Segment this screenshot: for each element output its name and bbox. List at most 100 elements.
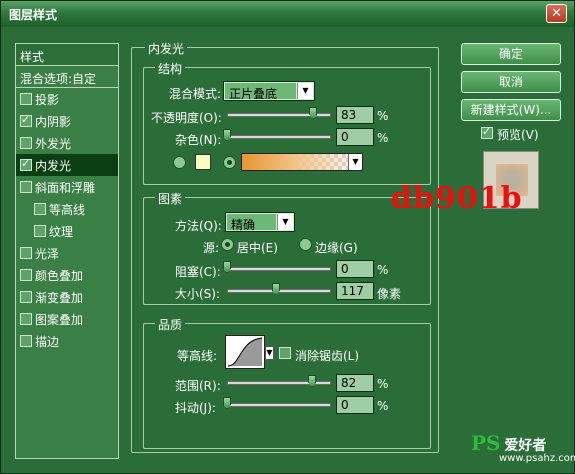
jitter-percent: % [377,399,389,413]
style-item-label: 投影 [35,92,60,107]
blending-options-item[interactable]: 混合选项:自定 [16,66,118,88]
logo-mark: PS [471,431,501,455]
style-item[interactable]: 内发光 [16,154,118,176]
anti-alias-label[interactable]: 消除锯齿(L) [295,347,359,364]
color-mode-radio[interactable] [173,156,186,169]
watermark-text: db901b [391,181,523,216]
jitter-label: 抖动(J): [175,401,216,415]
range-label: 范围(R): [175,379,221,393]
window-title: 图层样式 [9,8,58,22]
technique-select[interactable]: 精确 ▼ [225,212,295,232]
style-item-checkbox[interactable] [20,157,32,171]
chevron-down-icon: ▼ [277,214,293,230]
style-item-label: 纹理 [49,224,74,239]
anti-alias-checkbox[interactable] [279,347,291,359]
title-bar: 图层样式 ✕ [1,1,574,27]
range-percent: % [377,377,389,391]
logo-text: 爱好者 [504,438,547,454]
range-input[interactable]: 82 [336,374,374,392]
noise-label: 杂色(N): [175,133,222,147]
style-list: 样式 混合选项:自定 投影内阴影外发光内发光斜面和浮雕等高线纹理光泽颜色叠加渐变… [15,43,119,459]
chevron-down-icon: ▼ [348,154,362,170]
style-item[interactable]: 等高线 [16,198,118,220]
preview-checkbox[interactable] [481,125,493,139]
choke-input[interactable]: 0 [336,260,374,278]
jitter-slider[interactable] [227,403,331,407]
style-item-checkbox[interactable] [20,335,32,347]
source-edge-radio[interactable] [299,238,312,251]
noise-input[interactable]: 0 [336,128,374,146]
blend-mode-label: 混合模式: [169,87,222,101]
size-input[interactable]: 117 [336,282,374,300]
noise-slider[interactable] [227,135,331,139]
style-item[interactable]: 投影 [16,88,118,110]
chevron-down-icon: ▼ [265,346,274,360]
style-item-label: 内发光 [35,158,72,173]
style-item[interactable]: 颜色叠加 [16,264,118,286]
gradient-picker[interactable]: ▼ [241,153,363,171]
source-center-radio[interactable] [221,238,234,251]
style-item-checkbox[interactable] [20,313,32,325]
layer-style-dialog: 图层样式 ✕ 样式 混合选项:自定 投影内阴影外发光内发光斜面和浮雕等高线纹理光… [0,0,575,474]
glow-color-swatch[interactable] [195,154,211,170]
choke-percent: % [377,263,389,277]
dialog-body: 样式 混合选项:自定 投影内阴影外发光内发光斜面和浮雕等高线纹理光泽颜色叠加渐变… [5,29,575,471]
preview-label[interactable]: 预览(V) [497,126,539,143]
source-edge-label[interactable]: 边缘(G) [315,239,358,256]
style-item-label: 图案叠加 [35,312,84,327]
opacity-percent: % [377,109,389,123]
style-item-checkbox[interactable] [20,269,32,281]
style-item-checkbox[interactable] [20,137,32,149]
opacity-label: 不透明度(O): [151,111,222,125]
logo-url: www.psahz.com [499,453,575,464]
contour-label: 等高线: [177,349,218,363]
new-style-button[interactable]: 新建样式(W)... [461,99,561,121]
size-label: 大小(S): [175,287,221,301]
style-item-label: 斜面和浮雕 [35,180,96,195]
style-item-checkbox[interactable] [34,203,46,215]
style-item-label: 描边 [35,334,60,349]
size-unit: 像素 [377,287,402,301]
site-logo: PS 爱好者 www.psahz.com [471,431,575,464]
style-item-checkbox[interactable] [20,93,32,105]
style-item-label: 颜色叠加 [35,268,84,283]
style-item[interactable]: 渐变叠加 [16,286,118,308]
opacity-input[interactable]: 83 [336,106,374,124]
style-item-checkbox[interactable] [34,225,46,237]
jitter-input[interactable]: 0 [336,396,374,414]
style-item[interactable]: 斜面和浮雕 [16,176,118,198]
style-item[interactable]: 光泽 [16,242,118,264]
style-item[interactable]: 外发光 [16,132,118,154]
chevron-down-icon: ▼ [297,83,313,99]
close-button[interactable]: ✕ [546,4,567,23]
elements-title: 图素 [155,190,186,207]
choke-label: 阻塞(C): [175,265,221,279]
style-item-label: 等高线 [49,202,86,217]
style-item-checkbox[interactable] [20,113,32,127]
source-center-label[interactable]: 居中(E) [237,239,278,256]
inner-glow-title: 内发光 [145,40,188,57]
style-item[interactable]: 图案叠加 [16,308,118,330]
style-item-checkbox[interactable] [20,291,32,303]
style-item-label: 内阴影 [35,114,72,129]
quality-title: 品质 [155,316,186,333]
style-item-checkbox[interactable] [20,247,32,259]
style-item-label: 光泽 [35,246,60,261]
gradient-mode-radio[interactable] [223,156,236,169]
style-item[interactable]: 描边 [16,330,118,352]
style-item[interactable]: 内阴影 [16,110,118,132]
blend-mode-select[interactable]: 正片叠底 ▼ [223,81,315,101]
structure-title: 结构 [155,60,186,77]
contour-curve-icon [227,337,263,367]
ok-button[interactable]: 确定 [461,43,561,65]
choke-slider[interactable] [227,267,331,271]
technique-label: 方法(Q): [175,219,222,233]
blend-mode-value: 正片叠底 [225,83,296,101]
style-item-label: 渐变叠加 [35,290,84,305]
contour-picker[interactable]: ▼ [225,335,274,369]
cancel-button[interactable]: 取消 [461,71,561,93]
styles-header[interactable]: 样式 [16,44,118,66]
style-item-checkbox[interactable] [20,181,32,193]
style-item[interactable]: 纹理 [16,220,118,242]
source-label: 源: [203,241,220,255]
